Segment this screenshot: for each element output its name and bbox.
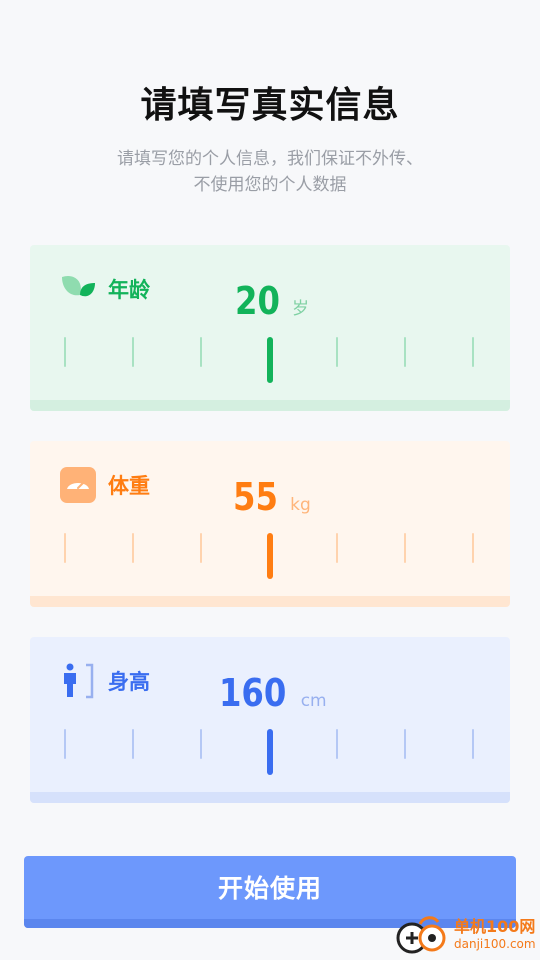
- watermark-logo-icon: [396, 916, 446, 954]
- weight-value: 55: [233, 475, 279, 519]
- ruler-tick: [132, 729, 134, 759]
- ruler-tick: [132, 533, 134, 563]
- watermark-text: 单机100网 danji100.com: [454, 918, 536, 952]
- age-unit: 岁: [291, 299, 309, 319]
- card-bottom-band: [30, 596, 510, 607]
- ruler-indicator[interactable]: [267, 729, 273, 775]
- ruler-tick: [200, 337, 202, 367]
- subtitle-line-1: 请填写您的个人信息，我们保证不外传、: [117, 149, 423, 169]
- watermark-text-url: danji100.com: [454, 937, 536, 951]
- weight-unit: kg: [290, 495, 311, 515]
- ruler-tick: [64, 729, 66, 759]
- ruler-tick: [472, 729, 474, 759]
- ruler-indicator[interactable]: [267, 533, 273, 579]
- height-value: 160: [219, 671, 287, 715]
- age-value: 20: [235, 279, 280, 323]
- ruler-tick: [336, 337, 338, 367]
- ruler-tick: [336, 729, 338, 759]
- age-value-group: 20 岁: [30, 279, 510, 323]
- card-bottom-band: [30, 400, 510, 411]
- height-value-group: 160 cm: [30, 671, 510, 715]
- watermark-text-cn: 单机100网: [454, 917, 536, 936]
- ruler-tick: [64, 533, 66, 563]
- age-ruler[interactable]: [30, 337, 510, 383]
- ruler-tick: [64, 337, 66, 367]
- ruler-tick: [404, 533, 406, 563]
- card-bottom-band: [30, 792, 510, 803]
- height-card: 身高 160 cm: [30, 637, 510, 803]
- weight-card: 体重 55 kg: [30, 441, 510, 607]
- subtitle-line-2: 不使用您的个人数据: [193, 175, 347, 195]
- page-subtitle: 请填写您的个人信息，我们保证不外传、 不使用您的个人数据: [60, 146, 480, 198]
- weight-value-group: 55 kg: [30, 475, 510, 519]
- height-unit: cm: [300, 691, 327, 711]
- weight-ruler[interactable]: [30, 533, 510, 579]
- ruler-tick: [200, 533, 202, 563]
- age-card: 年龄 20 岁: [30, 245, 510, 411]
- start-button-label: 开始使用: [217, 874, 322, 903]
- ruler-tick: [472, 533, 474, 563]
- ruler-tick: [404, 337, 406, 367]
- watermark: 单机100网 danji100.com: [390, 910, 540, 960]
- ruler-tick: [132, 337, 134, 367]
- ruler-indicator[interactable]: [267, 337, 273, 383]
- page-title: 请填写真实信息: [140, 85, 400, 126]
- ruler-tick: [336, 533, 338, 563]
- height-ruler[interactable]: [30, 729, 510, 775]
- ruler-tick: [472, 337, 474, 367]
- ruler-tick: [200, 729, 202, 759]
- ruler-tick: [404, 729, 406, 759]
